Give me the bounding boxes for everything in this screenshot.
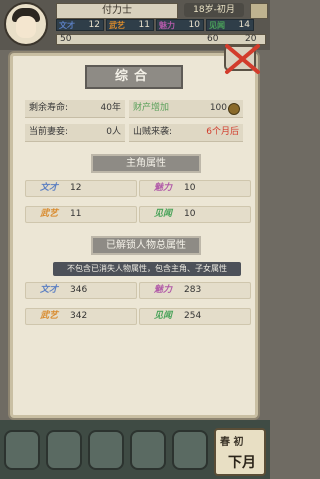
wuyi-icon: 武艺 xyxy=(109,21,125,30)
stat-meili: 魅力 10 xyxy=(156,19,204,31)
spouse-row: 当前妻妾: 0人 xyxy=(25,124,125,142)
bottom-button-2[interactable] xyxy=(46,430,82,470)
total-attr-wencai: 文才 346 xyxy=(25,282,137,299)
wuyi-icon: 武艺 xyxy=(40,209,59,219)
protagonist-section-title: 主角属性 xyxy=(91,154,201,173)
stat-jianwen: 见闻 14 xyxy=(206,19,254,31)
meili-icon: 魅力 xyxy=(159,21,175,30)
panel-title: 综合 xyxy=(85,65,183,89)
bottom-button-5[interactable] xyxy=(172,430,208,470)
attr-meili: 魅力 10 xyxy=(139,180,251,197)
stat-wuyi: 武艺 11 xyxy=(106,19,154,31)
meili-icon: 魅力 xyxy=(154,285,173,295)
date-display: 18岁-初月 xyxy=(184,3,244,17)
next-month-button[interactable]: 春 初 下月 xyxy=(214,428,266,476)
jianwen-icon: 见闻 xyxy=(154,311,173,321)
jianwen-icon: 见闻 xyxy=(209,21,225,30)
summary-panel: 综合 剩余寿命: 40年 财产增加 100 当前妻妾: 0人 山贼来袭: 6个月… xyxy=(10,53,258,418)
player-name: 付力士 xyxy=(56,3,178,19)
jianwen-icon: 见闻 xyxy=(154,209,173,219)
player-avatar[interactable] xyxy=(4,2,48,46)
attr-wencai: 文才 12 xyxy=(25,180,137,197)
attr-wuyi: 武艺 11 xyxy=(25,206,137,223)
total-attr-wuyi: 武艺 342 xyxy=(25,308,137,325)
stat-wencai: 文才 12 xyxy=(56,19,104,31)
total-attr-meili: 魅力 283 xyxy=(139,282,251,299)
total-note: 不包含已消失人物属性，包含主角、子女属性 xyxy=(53,262,241,276)
wencai-icon: 文才 xyxy=(40,285,59,295)
coin-icon xyxy=(228,103,240,115)
wencai-icon: 文才 xyxy=(59,21,75,30)
menu-button[interactable] xyxy=(250,3,268,19)
wuyi-icon: 武艺 xyxy=(40,311,59,321)
bottom-button-1[interactable] xyxy=(4,430,40,470)
wencai-icon: 文才 xyxy=(40,183,59,193)
wealth-row: 财产增加 100 xyxy=(129,100,243,118)
attr-jianwen: 见闻 10 xyxy=(139,206,251,223)
remaining-life-row: 剩余寿命: 40年 xyxy=(25,100,125,118)
bottom-button-3[interactable] xyxy=(88,430,124,470)
bandit-row: 山贼来袭: 6个月后 xyxy=(129,124,243,142)
close-icon[interactable] xyxy=(222,41,266,75)
meili-icon: 魅力 xyxy=(154,183,173,193)
bottom-button-4[interactable] xyxy=(130,430,166,470)
total-section-title: 已解锁人物总属性 xyxy=(91,236,201,255)
total-attr-jianwen: 见闻 254 xyxy=(139,308,251,325)
